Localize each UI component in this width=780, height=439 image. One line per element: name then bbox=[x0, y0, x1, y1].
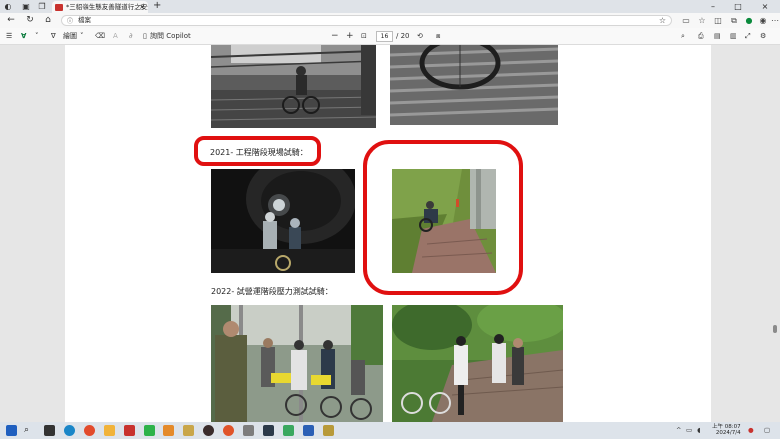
draw-icon[interactable]: ∇ bbox=[51, 31, 56, 42]
collections-icon[interactable]: ⧉ bbox=[728, 15, 740, 26]
vertical-scrollbar[interactable] bbox=[772, 45, 778, 422]
photo-tunnel-ride bbox=[211, 169, 355, 273]
zoom-out-button[interactable]: − bbox=[331, 31, 339, 42]
close-tab-icon[interactable]: × bbox=[139, 1, 145, 13]
clock-date: 2024/7/4 bbox=[715, 430, 741, 436]
caption-2021: 2021- 工程階段現場試騎： bbox=[210, 148, 308, 157]
snipping-tool-icon[interactable] bbox=[263, 425, 274, 436]
maximize-button[interactable]: □ bbox=[727, 0, 749, 13]
tab-list-icon[interactable]: ❐ bbox=[37, 2, 47, 11]
zoom-in-button[interactable]: + bbox=[346, 31, 354, 42]
photos-app-icon[interactable] bbox=[323, 425, 334, 436]
volume-icon[interactable]: ◖ bbox=[697, 426, 700, 434]
workspaces-icon[interactable]: ▣ bbox=[21, 2, 31, 11]
word-icon[interactable] bbox=[303, 425, 314, 436]
minimize-button[interactable]: – bbox=[702, 0, 724, 13]
document-viewport[interactable]: 2021- 工程階段現場試騎： 2022- 試營運階段壓力測試試騎： bbox=[0, 45, 780, 422]
profile-icon[interactable]: ◉ bbox=[757, 15, 769, 26]
network-icon[interactable]: ▭ bbox=[686, 426, 692, 434]
highlight-dropdown-icon[interactable]: ˅ bbox=[35, 31, 39, 42]
chrome-icon[interactable] bbox=[84, 425, 95, 436]
notifications-icon[interactable]: ▢ bbox=[764, 426, 770, 434]
notes-app-icon[interactable] bbox=[183, 425, 194, 436]
browser-window: ◐ ▣ ❐ *三貂嶺生態友善隧道行之安全 × + – □ × ← ↻ ⌂ ⓘ 檔… bbox=[0, 0, 780, 439]
home-icon[interactable]: ⌂ bbox=[42, 15, 54, 26]
navigation-bar: ← ↻ ⌂ ⓘ 檔案 ☆ ▭ ☆ ◫ ⧉ ● ◉ ⋯ bbox=[0, 13, 780, 28]
photo-steel-rebar-grid bbox=[390, 45, 558, 125]
title-bar: ◐ ▣ ❐ *三貂嶺生態友善隧道行之安全 × + – □ × bbox=[0, 0, 780, 13]
notification-app-icon[interactable]: ● bbox=[748, 426, 754, 434]
info-icon[interactable]: ⓘ bbox=[67, 17, 73, 26]
photo-group-bike-test bbox=[211, 305, 383, 422]
favorites-icon[interactable]: ☆ bbox=[696, 15, 708, 26]
pdf-icon bbox=[55, 4, 63, 11]
extension-icon[interactable]: ● bbox=[743, 15, 755, 26]
copilot-icon[interactable]: ▯ bbox=[143, 31, 147, 42]
music-app-icon[interactable] bbox=[223, 425, 234, 436]
caption-2022: 2022- 試營運階段壓力測試試騎： bbox=[211, 287, 333, 296]
start-icon[interactable] bbox=[6, 425, 17, 436]
folder-app-icon[interactable] bbox=[163, 425, 174, 436]
app-logo-icon[interactable]: ◐ bbox=[3, 2, 13, 11]
page-total: / 20 bbox=[396, 32, 410, 40]
file-explorer-icon[interactable] bbox=[104, 425, 115, 436]
new-tab-button[interactable]: + bbox=[153, 0, 161, 12]
favorite-star-icon[interactable]: ☆ bbox=[659, 16, 666, 25]
taskbar: ⌕ ^ ▭ ◖ 上午 08:07 2024/7/4 ● ▢ bbox=[0, 422, 780, 439]
photo-trail-inspection bbox=[392, 305, 563, 422]
scrollbar-thumb[interactable] bbox=[773, 325, 777, 333]
contents-icon[interactable]: ☰ bbox=[6, 31, 12, 42]
media-app-icon[interactable] bbox=[203, 425, 214, 436]
read-aloud-icon[interactable]: ▭ bbox=[680, 15, 692, 26]
active-tab[interactable]: *三貂嶺生態友善隧道行之安全 × bbox=[52, 1, 148, 13]
read-aloud-toolbar-icon[interactable]: ∂ bbox=[129, 31, 133, 42]
close-window-button[interactable]: × bbox=[754, 0, 776, 13]
pdf-app-icon[interactable] bbox=[124, 425, 135, 436]
ask-copilot-button[interactable]: 詢問 Copilot bbox=[150, 31, 191, 42]
page-number-input[interactable]: 16 bbox=[376, 31, 393, 42]
page-view-icon[interactable]: ⧈ bbox=[436, 31, 440, 42]
save-as-icon[interactable]: ▥ bbox=[730, 31, 737, 42]
tab-title: *三貂嶺生態友善隧道行之安全 bbox=[66, 3, 148, 11]
back-icon[interactable]: ← bbox=[5, 15, 17, 26]
draw-label[interactable]: 繪圖 bbox=[63, 31, 77, 42]
highlight-icon[interactable]: ∀ bbox=[21, 31, 26, 42]
photo-wheelchair-path bbox=[392, 169, 496, 273]
photo-factory-bike-test bbox=[211, 45, 376, 128]
pdf-page: 2021- 工程階段現場試騎： 2022- 試營運階段壓力測試試騎： bbox=[65, 45, 711, 422]
task-view-icon[interactable] bbox=[44, 425, 55, 436]
tray-overflow-icon[interactable]: ^ bbox=[676, 426, 681, 434]
pdf-settings-icon[interactable]: ⚙ bbox=[760, 31, 766, 42]
fit-page-icon[interactable]: ⊡ bbox=[361, 31, 367, 42]
vector-app-icon[interactable] bbox=[283, 425, 294, 436]
search-icon[interactable]: ⌕ bbox=[681, 31, 685, 42]
search-icon[interactable]: ⌕ bbox=[24, 425, 35, 436]
save-icon[interactable]: ▤ bbox=[714, 31, 721, 42]
address-bar[interactable]: ⓘ 檔案 ☆ bbox=[61, 15, 672, 26]
draw-dropdown-icon[interactable]: ˅ bbox=[80, 31, 84, 42]
eraser-icon[interactable]: ⌫ bbox=[95, 31, 105, 42]
text-icon[interactable]: A bbox=[113, 31, 118, 42]
refresh-icon[interactable]: ↻ bbox=[24, 15, 36, 26]
settings-app-icon[interactable] bbox=[243, 425, 254, 436]
address-text: 檔案 bbox=[78, 16, 91, 24]
edge-icon[interactable] bbox=[64, 425, 75, 436]
more-icon[interactable]: ⋯ bbox=[769, 15, 780, 26]
print-icon[interactable]: ⎙ bbox=[698, 31, 704, 42]
rotate-icon[interactable]: ⟲ bbox=[417, 31, 423, 42]
clock[interactable]: 上午 08:07 2024/7/4 bbox=[712, 424, 741, 436]
split-screen-icon[interactable]: ◫ bbox=[712, 15, 724, 26]
fullscreen-icon[interactable]: ⤢ bbox=[745, 31, 751, 42]
line-app-icon[interactable] bbox=[144, 425, 155, 436]
pdf-toolbar: ☰ ∀ ˅ ∇ 繪圖 ˅ ⌫ A ∂ ▯ 詢問 Copilot − + ⊡ 16… bbox=[0, 28, 780, 45]
